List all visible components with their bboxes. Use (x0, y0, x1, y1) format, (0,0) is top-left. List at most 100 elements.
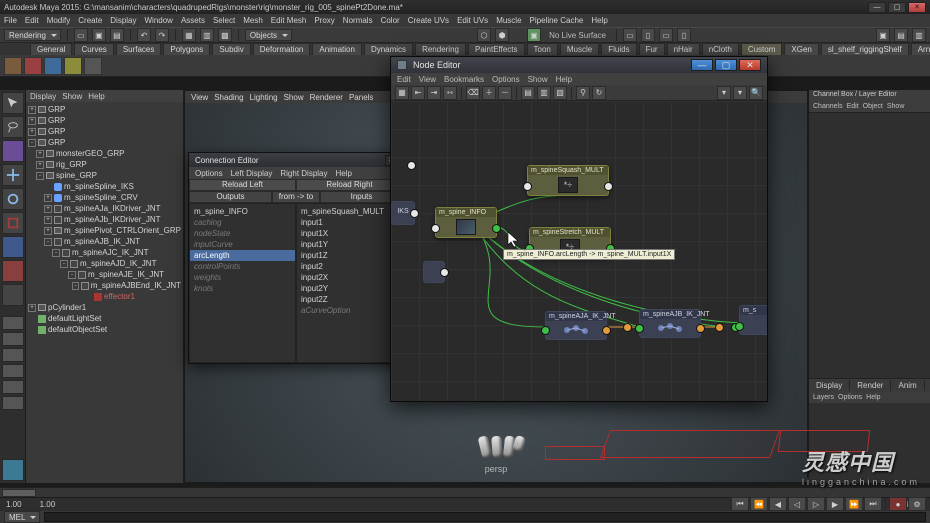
expander-icon[interactable]: + (44, 216, 52, 224)
layout-b-icon[interactable] (2, 364, 24, 378)
menu-item[interactable]: Edit Mesh (271, 16, 307, 25)
attribute-row[interactable]: inputCurve (194, 239, 291, 250)
menu-item[interactable]: Right Display (280, 169, 327, 178)
sync-icon[interactable]: ↻ (592, 86, 606, 100)
expander-icon[interactable]: - (28, 139, 36, 147)
direction-header[interactable]: from -> to (272, 191, 320, 203)
save-scene-icon[interactable]: ▤ (110, 28, 124, 42)
move-tool-icon[interactable] (2, 164, 24, 186)
outliner-item[interactable]: +monsterGEO_GRP (28, 148, 181, 159)
channel-list[interactable] (809, 112, 930, 378)
go-to-end-icon[interactable]: ⏭ (864, 497, 882, 511)
node-port[interactable] (715, 323, 724, 332)
layout-icon[interactable]: ▥ (537, 86, 551, 100)
script-language-selector[interactable]: MEL (4, 511, 40, 523)
expander-icon[interactable]: + (36, 150, 44, 158)
graph-node[interactable] (423, 261, 445, 283)
render-settings-icon[interactable]: ▥ (912, 28, 926, 42)
menu-item[interactable]: Options (838, 394, 862, 401)
menu-item[interactable]: Show (62, 92, 82, 101)
next-key-icon[interactable]: ▶ (826, 497, 844, 511)
expander-icon[interactable]: + (44, 227, 52, 235)
node-port[interactable] (492, 224, 501, 233)
menu-item[interactable]: Lighting (250, 93, 278, 102)
menu-item[interactable]: Options (492, 75, 520, 84)
scale-tool-icon[interactable] (2, 212, 24, 234)
outliner-item[interactable]: +GRP (28, 104, 181, 115)
frame-all-icon[interactable]: ▦ (395, 86, 409, 100)
node-port[interactable] (735, 322, 744, 331)
filter-icon[interactable]: ▾ (717, 86, 731, 100)
outliner-item[interactable]: +rig_GRP (28, 159, 181, 170)
expander-icon[interactable]: + (28, 128, 36, 136)
shelf-tab[interactable]: Arnold (911, 43, 930, 55)
node-port[interactable] (602, 326, 611, 335)
graph-node[interactable]: m_spineAJB_IK_JNT (639, 309, 701, 338)
node-port[interactable] (604, 182, 613, 191)
pin-icon[interactable]: ⚲ (576, 86, 590, 100)
open-scene-icon[interactable]: ▣ (92, 28, 106, 42)
connection-editor-titlebar[interactable]: Connection Editor ✕ (189, 153, 403, 167)
shelf-tab[interactable]: Deformation (253, 43, 311, 55)
toggle-b-icon[interactable]: ▯ (641, 28, 655, 42)
menu-item[interactable]: Help (591, 16, 607, 25)
outliner-item[interactable]: -GRP (28, 137, 181, 148)
menu-item[interactable]: Create UVs (408, 16, 449, 25)
expander-icon[interactable]: + (44, 205, 52, 213)
prefs-icon[interactable]: ⚙ (908, 497, 926, 511)
redo-icon[interactable]: ↷ (155, 28, 169, 42)
construction-plane-icon[interactable]: ▣ (527, 28, 541, 42)
render-icon[interactable]: ▣ (876, 28, 890, 42)
show-inputs-icon[interactable]: ⇤ (411, 86, 425, 100)
attribute-row[interactable]: input1X (301, 228, 398, 239)
expander-icon[interactable]: - (72, 282, 79, 290)
menu-item[interactable]: Renderer (310, 93, 343, 102)
menu-item[interactable]: Edit (397, 75, 411, 84)
snap-grid-icon[interactable]: ▩ (218, 28, 232, 42)
remove-node-icon[interactable]: － (498, 86, 512, 100)
menu-item[interactable]: Assets (181, 16, 205, 25)
outliner-item[interactable]: m_spineSpline_IKS (28, 181, 181, 192)
range-slider[interactable] (0, 487, 930, 497)
outliner-item[interactable]: -m_spineAJD_IK_JNT (28, 258, 181, 269)
expander-icon[interactable]: - (52, 249, 60, 257)
search-icon[interactable]: 🔍 (749, 86, 763, 100)
menu-item[interactable]: Left Display (231, 169, 273, 178)
node-editor-window[interactable]: Node Editor — ▢ ✕ Edit View Bookmarks Op… (390, 56, 768, 402)
tab[interactable]: Render (850, 380, 891, 391)
range-thumb[interactable] (2, 489, 36, 497)
tab[interactable]: Anim (891, 380, 924, 391)
node-port[interactable] (623, 323, 632, 332)
attribute-row[interactable]: input1 (301, 217, 398, 228)
shelf-tab[interactable]: Animation (312, 43, 362, 55)
toggle-d-icon[interactable]: ▯ (677, 28, 691, 42)
ipr-icon[interactable]: ▤ (894, 28, 908, 42)
attribute-row[interactable]: controlPoints (194, 261, 291, 272)
shelf-tab[interactable]: PaintEffects (468, 43, 525, 55)
menu-item[interactable]: Modify (47, 16, 71, 25)
window-maximize-button[interactable]: ▢ (715, 59, 737, 71)
tab[interactable]: Object (863, 103, 883, 110)
window-close-button[interactable]: ✕ (739, 59, 761, 71)
menu-item[interactable]: Bookmarks (444, 75, 484, 84)
expander-icon[interactable]: + (28, 117, 36, 125)
shelf-tab[interactable]: Dynamics (364, 43, 413, 55)
outliner-item[interactable]: defaultLightSet (28, 313, 181, 324)
step-back-icon[interactable]: ⏪ (750, 497, 768, 511)
go-to-start-icon[interactable]: ⏮ (731, 497, 749, 511)
attribute-row[interactable]: nodeState (194, 228, 291, 239)
shelf-tab[interactable]: Polygons (163, 43, 210, 55)
attribute-row[interactable]: aCurveOption (301, 305, 398, 316)
clear-graph-icon[interactable]: ⌫ (466, 86, 480, 100)
outliner-item[interactable]: -m_spineAJE_IK_JNT (28, 269, 181, 280)
shelf-tab[interactable]: Custom (741, 43, 783, 55)
outliner-item[interactable]: +GRP (28, 126, 181, 137)
rotate-tool-icon[interactable] (2, 188, 24, 210)
shelf-button[interactable] (44, 57, 62, 75)
shelf-tab[interactable]: Surfaces (116, 43, 162, 55)
tab[interactable]: Edit (847, 103, 859, 110)
menu-item[interactable]: Help (556, 75, 572, 84)
window-minimize-button[interactable]: — (691, 59, 713, 71)
connection-editor-window[interactable]: Connection Editor ✕ Options Left Display… (188, 152, 404, 364)
menu-item[interactable]: Display (30, 92, 56, 101)
